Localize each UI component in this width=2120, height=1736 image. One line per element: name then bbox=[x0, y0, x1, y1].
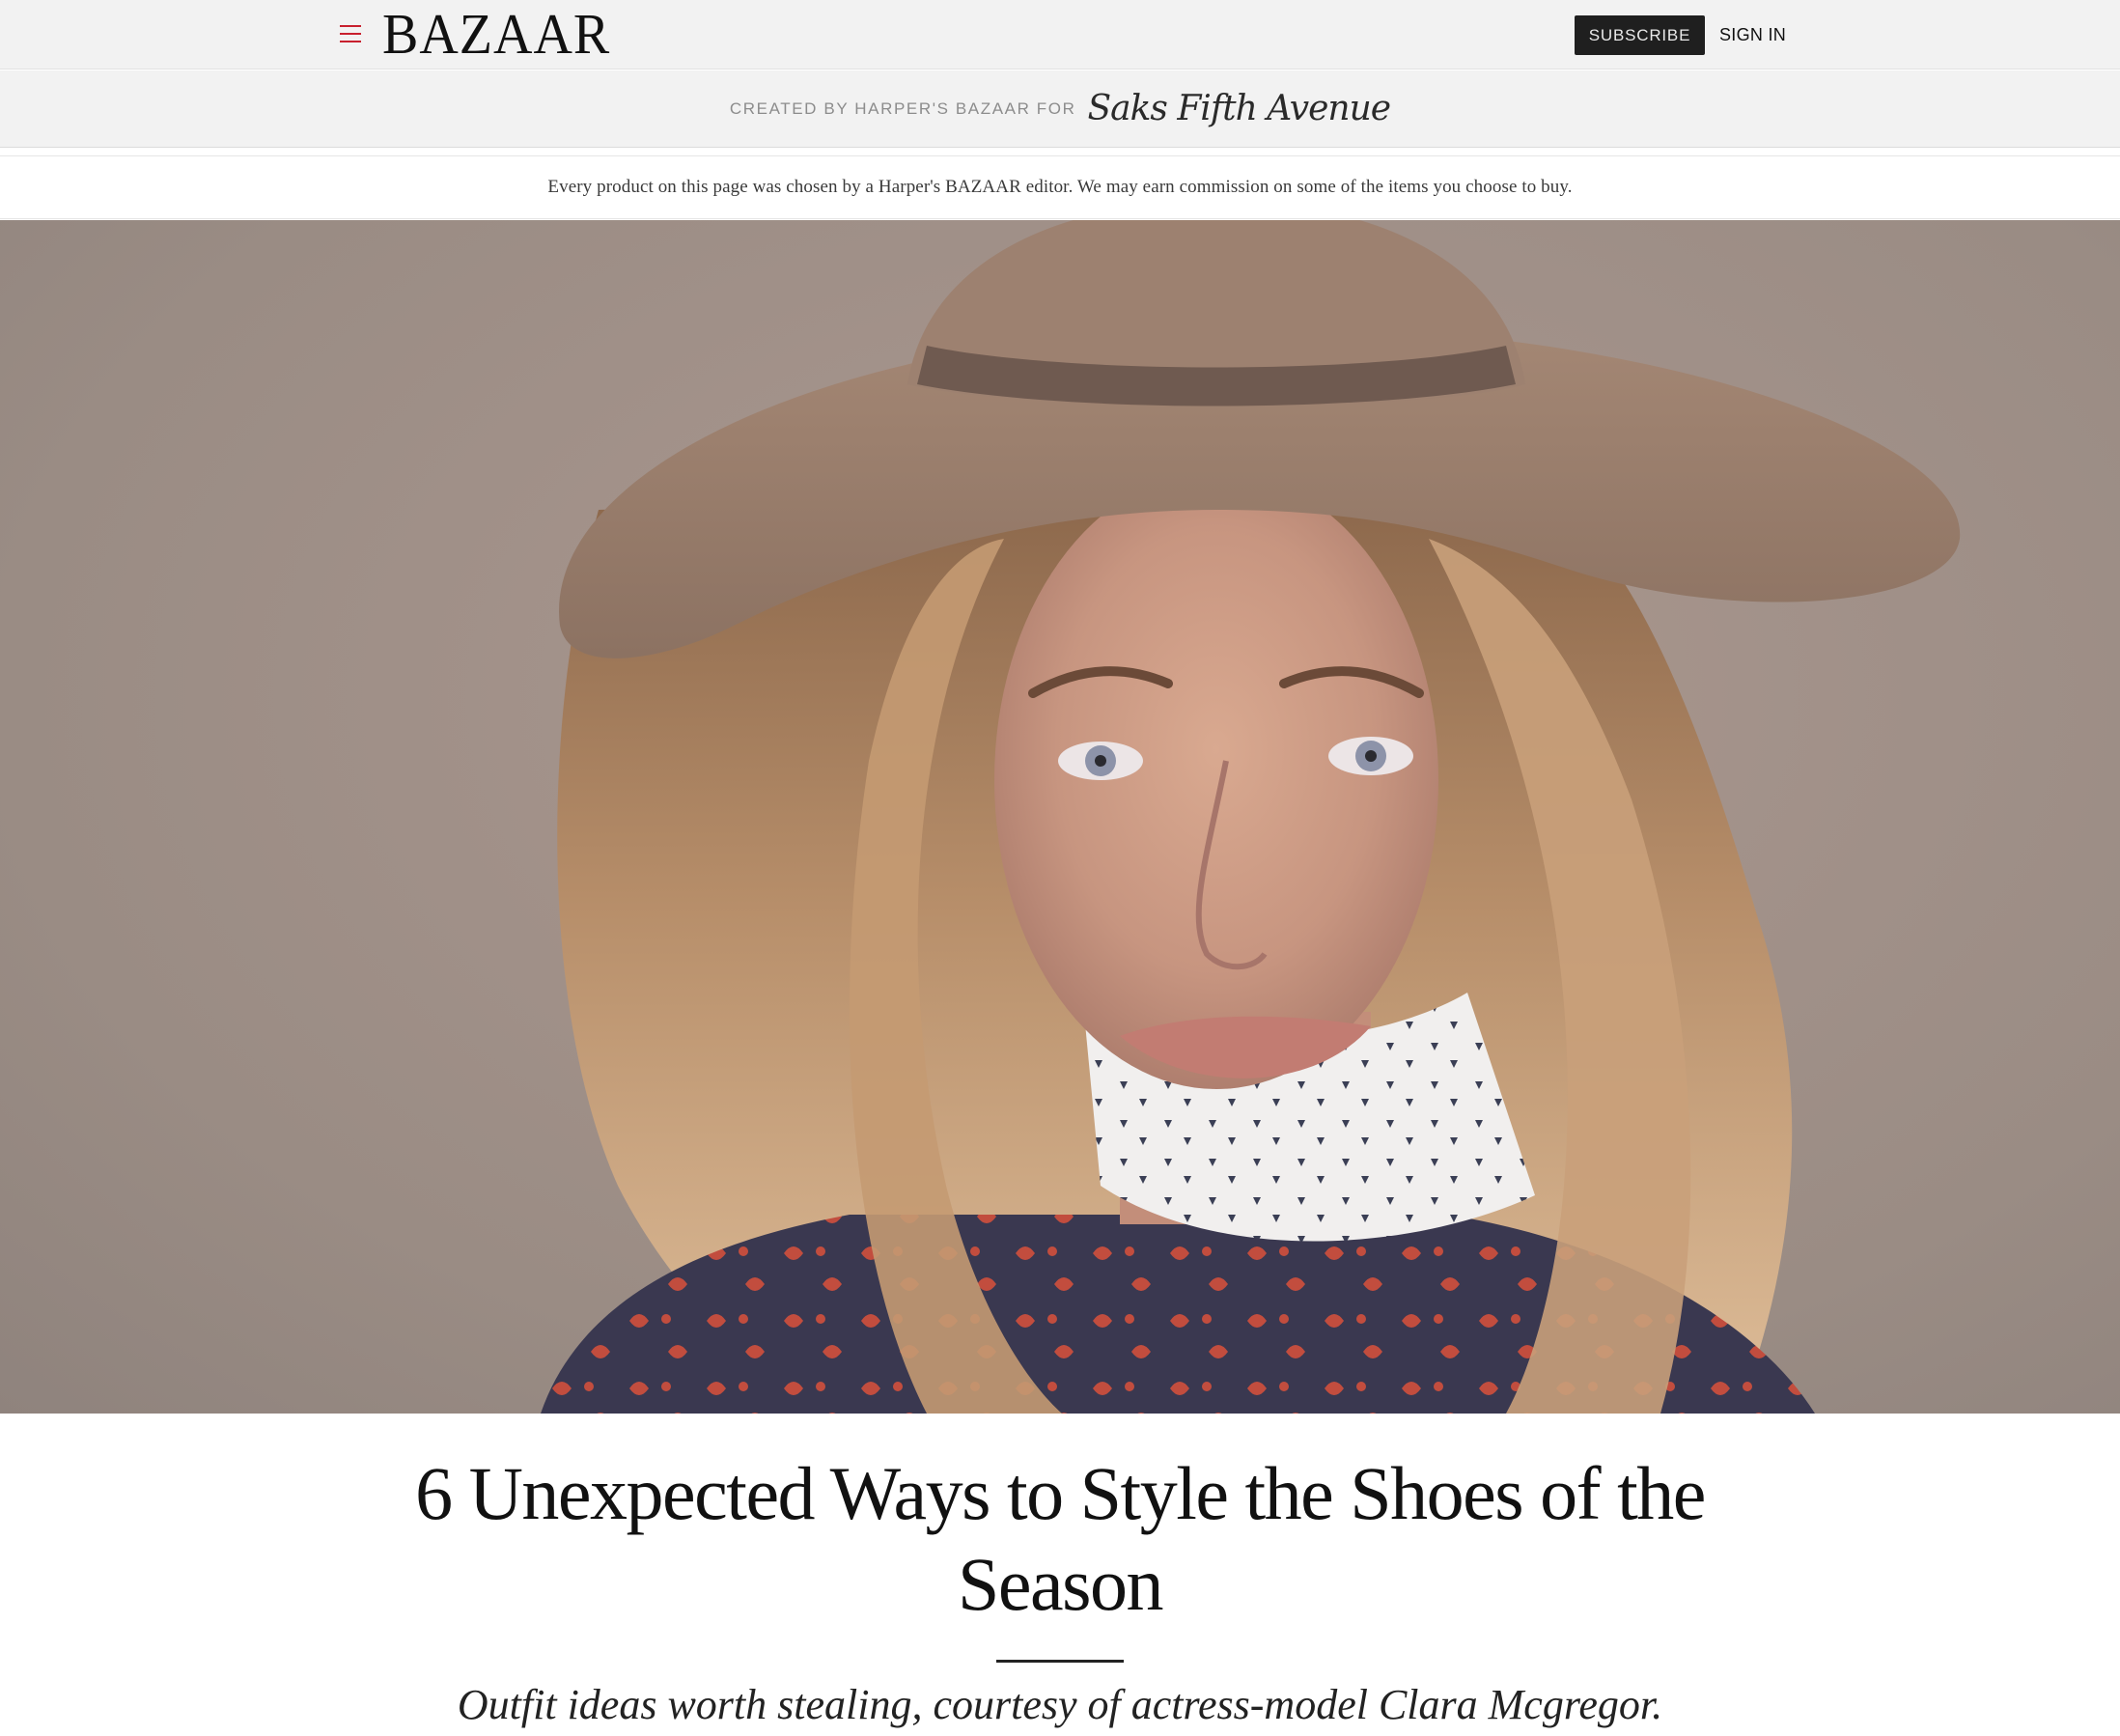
sponsor-created-by-text: CREATED BY HARPER'S BAZAAR FOR bbox=[729, 99, 1076, 118]
bazaar-logo[interactable]: BAZAAR bbox=[382, 3, 611, 67]
sign-in-link[interactable]: SIGN IN bbox=[1719, 21, 1786, 48]
headline-divider bbox=[996, 1660, 1124, 1663]
saks-fifth-avenue-logo[interactable]: Saks Fifth Avenue bbox=[1087, 92, 1391, 126]
hamburger-menu-icon[interactable] bbox=[334, 17, 367, 50]
affiliate-disclaimer: Every product on this page was chosen by… bbox=[0, 155, 2120, 219]
logo-text: BAZAAR bbox=[382, 3, 611, 67]
article-dek: Outfit ideas worth stealing, courtesy of… bbox=[457, 1681, 1663, 1728]
hero-image bbox=[0, 220, 2120, 1414]
disclaimer-text: Every product on this page was chosen by… bbox=[547, 177, 1573, 197]
top-navigation-bar: BAZAAR SUBSCRIBE SIGN IN bbox=[0, 0, 2120, 70]
subscribe-button[interactable]: SUBSCRIBE bbox=[1575, 15, 1705, 55]
sponsor-banner: CREATED BY HARPER'S BAZAAR FOR Saks Fift… bbox=[0, 70, 2120, 148]
portrait-illustration bbox=[541, 220, 1961, 1414]
article-headline: 6 Unexpected Ways to Style the Shoes of … bbox=[415, 1451, 1706, 1626]
